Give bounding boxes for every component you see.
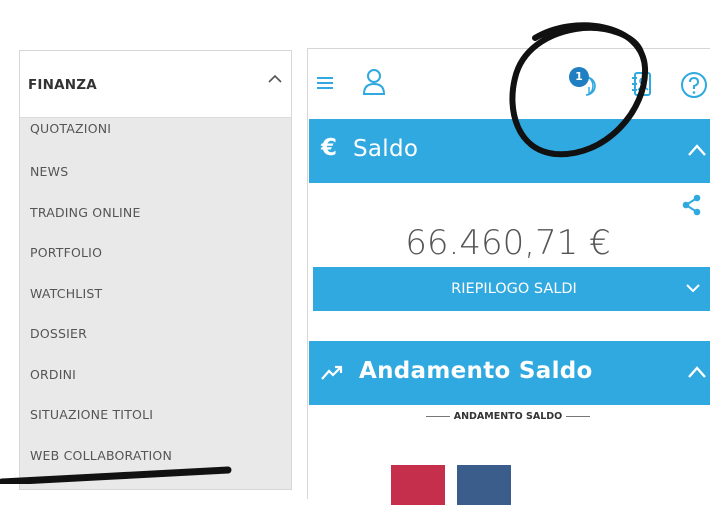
euro-icon: € <box>321 135 338 161</box>
help-icon[interactable] <box>680 71 708 99</box>
trend-chart-subtitle-text: ANDAMENTO SALDO <box>453 411 563 422</box>
subtitle-rule-right <box>566 416 591 417</box>
share-icon[interactable] <box>681 194 703 216</box>
trend-up-icon <box>321 365 343 380</box>
chart-bar-red <box>391 465 445 505</box>
sidebar-item-ordini[interactable]: ORDINI <box>20 355 291 396</box>
balance-summary-button[interactable]: RIEPILOGO SALDI <box>313 267 710 311</box>
account-balance: 66.460,71 € <box>405 223 611 263</box>
user-icon[interactable] <box>362 68 386 96</box>
sidebar-item-news[interactable]: NEWS <box>20 152 291 193</box>
sidebar-item-trading-online[interactable]: TRADING ONLINE <box>20 193 291 234</box>
balance-summary-label: RIEPILOGO SALDI <box>451 281 577 297</box>
sidebar-item-situazione-titoli[interactable]: SITUAZIONE TITOLI <box>20 395 291 436</box>
sidebar-item-watchlist[interactable]: WATCHLIST <box>20 274 291 315</box>
annotation-circle <box>509 22 649 158</box>
trend-title: Andamento Saldo <box>359 358 593 384</box>
chart-bar-blue <box>457 465 511 505</box>
sidebar-item-dossier[interactable]: DOSSIER <box>20 314 291 355</box>
chevron-up-icon[interactable] <box>267 71 283 87</box>
subtitle-rule-left <box>425 416 450 417</box>
trend-section-header[interactable]: Andamento Saldo <box>309 341 710 405</box>
trend-chart-subtitle: ANDAMENTO SALDO <box>308 411 708 422</box>
sidebar-item-quotazioni[interactable]: QUOTAZIONI <box>20 118 291 152</box>
finance-menu: FINANZA QUOTAZIONI NEWS TRADING ONLINE P… <box>19 50 292 490</box>
finance-menu-list: QUOTAZIONI NEWS TRADING ONLINE PORTFOLIO… <box>20 118 291 476</box>
saldo-title: Saldo <box>353 136 419 162</box>
chevron-up-icon[interactable] <box>687 143 707 157</box>
chevron-up-icon[interactable] <box>687 365 707 379</box>
sidebar-item-portfolio[interactable]: PORTFOLIO <box>20 233 291 274</box>
hamburger-icon[interactable] <box>316 76 334 90</box>
finance-menu-title: FINANZA <box>28 77 97 93</box>
finance-menu-header[interactable]: FINANZA <box>20 51 291 118</box>
chevron-down-icon <box>686 284 700 293</box>
annotation-underline <box>0 466 232 484</box>
